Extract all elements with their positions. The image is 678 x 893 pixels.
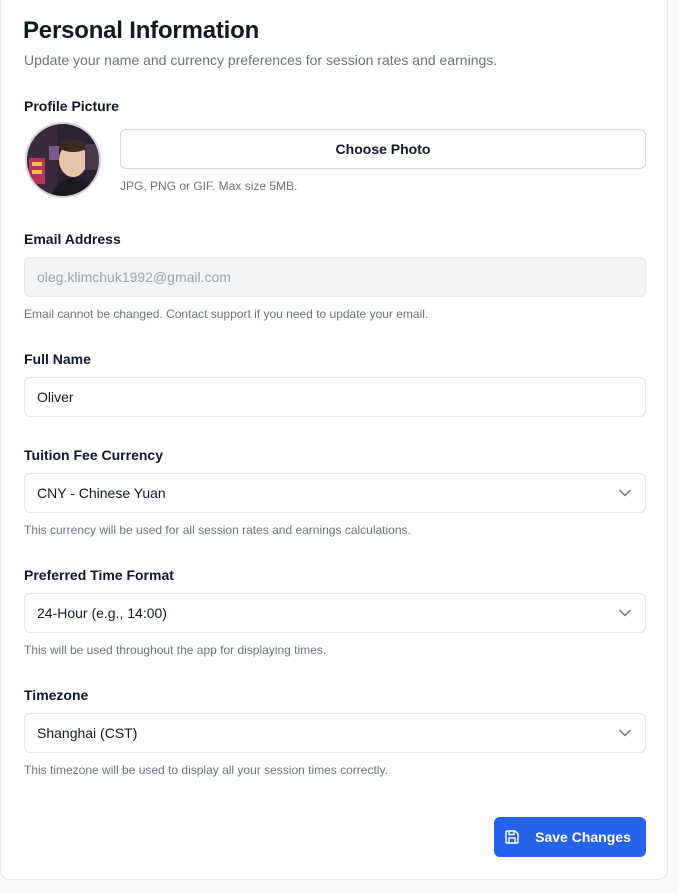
timezone-select[interactable]: Shanghai (CST) [24,713,646,753]
timezone-selected-value: Shanghai (CST) [37,725,138,741]
email-value: oleg.klimchuk1992@gmail.com [37,269,231,285]
full-name-value: Oliver [37,389,74,405]
chevron-down-icon [617,485,633,501]
email-field: oleg.klimchuk1992@gmail.com [24,257,646,297]
chevron-down-icon [617,725,633,741]
page-subtitle: Update your name and currency preference… [24,52,498,68]
personal-information-card: Personal Information Update your name an… [0,0,668,880]
save-changes-button[interactable]: Save Changes [494,817,646,857]
profile-picture-help: JPG, PNG or GIF. Max size 5MB. [120,179,298,193]
profile-picture-label: Profile Picture [24,98,119,114]
email-label: Email Address [24,231,121,247]
email-help: Email cannot be changed. Contact support… [24,307,429,321]
full-name-label: Full Name [24,351,91,367]
currency-label: Tuition Fee Currency [24,447,163,463]
avatar [25,122,101,198]
time-format-select[interactable]: 24-Hour (e.g., 14:00) [24,593,646,633]
time-format-help: This will be used throughout the app for… [24,643,327,657]
currency-help: This currency will be used for all sessi… [24,523,411,537]
choose-photo-button[interactable]: Choose Photo [120,129,646,169]
time-format-selected-value: 24-Hour (e.g., 14:00) [37,605,167,621]
chevron-down-icon [617,605,633,621]
timezone-help: This timezone will be used to display al… [24,763,388,777]
save-icon [505,830,519,844]
full-name-input[interactable]: Oliver [24,377,646,417]
avatar-photo [27,124,99,196]
page-title: Personal Information [23,17,260,44]
timezone-label: Timezone [24,687,89,703]
save-changes-label: Save Changes [535,829,631,845]
currency-selected-value: CNY - Chinese Yuan [37,485,166,501]
currency-select[interactable]: CNY - Chinese Yuan [24,473,646,513]
time-format-label: Preferred Time Format [24,567,174,583]
